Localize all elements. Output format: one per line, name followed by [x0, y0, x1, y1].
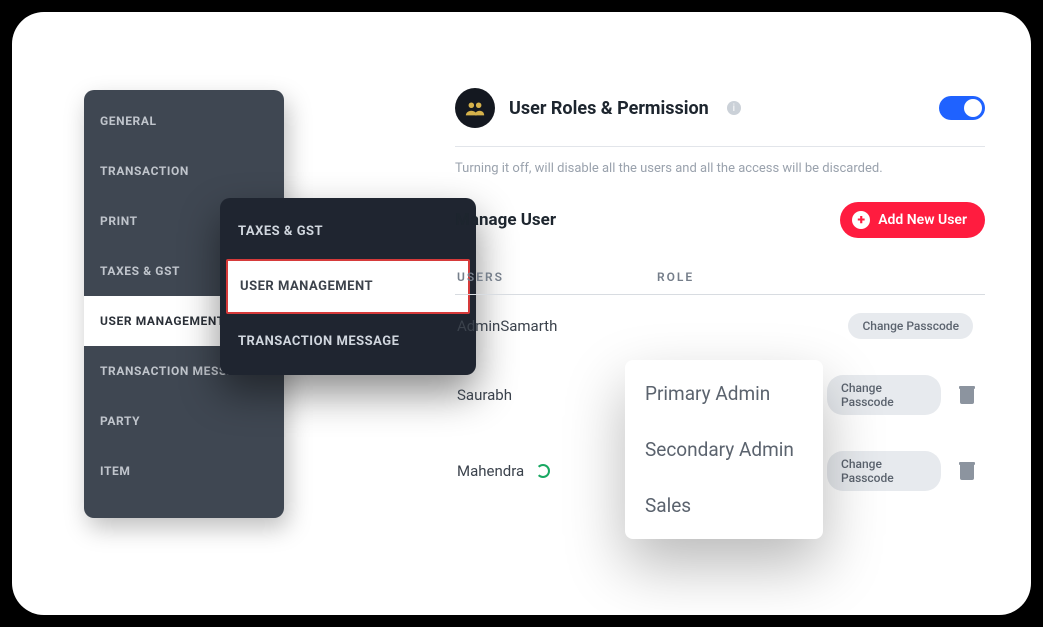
user-name: AdminSamarth — [457, 317, 657, 335]
change-passcode-button[interactable]: Change Passcode — [848, 313, 973, 339]
delete-icon[interactable] — [959, 462, 973, 480]
role-option-secondary-admin[interactable]: Secondary Admin — [625, 422, 823, 478]
change-passcode-button[interactable]: Change Passcode — [827, 375, 941, 415]
sidebar-item-party[interactable]: PARTY — [84, 396, 284, 446]
flyout-item-taxes-gst[interactable]: TAXES & GST — [220, 204, 476, 259]
col-header-users: USERS — [457, 270, 657, 284]
info-icon[interactable]: i — [727, 101, 741, 115]
flyout-item-transaction-message[interactable]: TRANSACTION MESSAGE — [220, 314, 476, 369]
sidebar-item-transaction[interactable]: TRANSACTION — [84, 146, 284, 196]
col-header-role: ROLE — [657, 270, 827, 284]
change-passcode-button[interactable]: Change Passcode — [827, 451, 941, 491]
add-new-user-button[interactable]: + Add New User — [840, 202, 985, 238]
role-option-sales[interactable]: Sales — [625, 478, 823, 534]
users-group-icon — [455, 88, 495, 128]
manage-user-title: Manage User — [455, 210, 556, 230]
role-option-primary-admin[interactable]: Primary Admin — [625, 366, 823, 422]
delete-icon[interactable] — [959, 386, 973, 404]
sidebar-item-general[interactable]: GENERAL — [84, 96, 284, 146]
divider — [455, 146, 985, 147]
panel-subtext: Turning it off, will disable all the use… — [455, 161, 985, 176]
panel-title: User Roles & Permission — [509, 98, 709, 119]
sidebar-item-item[interactable]: ITEM — [84, 446, 284, 496]
plus-icon: + — [852, 211, 870, 229]
sidebar-flyout-menu: TAXES & GST USER MANAGEMENT TRANSACTION … — [220, 198, 476, 375]
enable-toggle[interactable] — [939, 96, 985, 120]
table-row: AdminSamarth Change Passcode — [455, 295, 985, 357]
role-dropdown-menu: Primary Admin Secondary Admin Sales — [625, 360, 823, 539]
sync-icon[interactable] — [536, 464, 550, 478]
flyout-item-user-management[interactable]: USER MANAGEMENT — [226, 259, 470, 314]
add-new-user-label: Add New User — [878, 212, 967, 228]
